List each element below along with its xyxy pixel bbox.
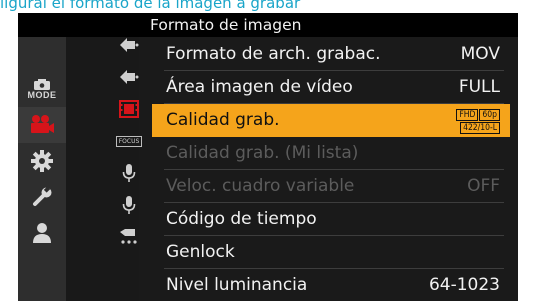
tab-my-menu[interactable] [18,215,66,251]
sub-tab-6[interactable] [106,190,152,220]
tab-setup[interactable] [18,179,66,215]
mode-label: MODE [27,90,57,100]
menu-item-formato-archivo[interactable]: Formato de arch. grabac. MOV [152,38,510,71]
film-icon [119,100,139,118]
person-icon [33,223,51,243]
microphone-icon [122,164,136,182]
wrench-icon [33,186,52,206]
menu-item-veloc-cuadro[interactable]: Veloc. cuadro variable OFF [152,170,510,203]
camera-mode-icon [34,79,50,90]
page-heading: ligural el formato de la imagen a grabar [0,0,301,12]
menu-item-label: Calidad grab. (Mi lista) [166,143,359,163]
menu-item-label: Código de tiempo [166,209,317,229]
menu-item-label: Nivel luminancia [166,275,308,295]
codec-badge: 422/10-L [460,122,500,134]
menu-item-value: FULL [458,77,500,97]
tab-mode[interactable]: MODE [18,71,66,107]
sub-tab-2[interactable] [106,62,152,92]
focus-icon: FOCUS [115,135,143,147]
movie-camera-icon [120,38,139,52]
menu-item-genlock[interactable]: Genlock [152,236,510,269]
sub-tab-7[interactable] [106,222,152,252]
menu-item-label: Área imagen de vídeo [166,77,353,97]
menu-list: Formato de arch. grabac. MOV Área imagen… [152,38,510,301]
menu-item-value: 64-1023 [428,275,500,295]
menu-item-value: OFF [467,176,500,196]
menu-item-nivel-luminancia[interactable]: Nivel luminancia 64-1023 [152,269,510,301]
movie-camera-icon-2 [120,70,139,84]
menu-item-calidad-grab[interactable]: Calidad grab. FHD 60p 422/10-L [152,104,510,137]
microphone-icon-2 [122,196,136,214]
menu-item-label: Calidad grab. [166,110,280,130]
tab-video[interactable] [18,107,66,143]
framerate-badge: 60p [479,109,500,121]
gear-icon [31,150,53,172]
sub-tab-4[interactable]: FOCUS [106,126,152,156]
camera-menu-screen: Formato de imagen MODE FOCUS Formato de … [18,13,518,301]
menu-item-label: Formato de arch. grabac. [166,44,381,64]
menu-item-area-imagen[interactable]: Área imagen de vídeo FULL [152,71,510,104]
screen-title: Formato de imagen [150,16,302,34]
sub-tab-5[interactable] [106,158,152,188]
menu-item-value: MOV [460,44,500,64]
menu-item-codigo-tiempo[interactable]: Código de tiempo [152,203,510,236]
menu-item-label: Genlock [166,242,235,262]
quality-badge: FHD 60p 422/10-L [456,109,500,134]
tab-settings[interactable] [18,143,66,179]
menu-item-calidad-mi-lista[interactable]: Calidad grab. (Mi lista) [152,137,510,170]
video-camera-icon [31,115,54,133]
resolution-badge: FHD [456,109,479,121]
timecode-icon [120,229,137,244]
menu-item-label: Veloc. cuadro variable [166,176,355,196]
sub-tab-3-active[interactable] [106,94,152,124]
sub-tab-1[interactable] [106,30,152,60]
